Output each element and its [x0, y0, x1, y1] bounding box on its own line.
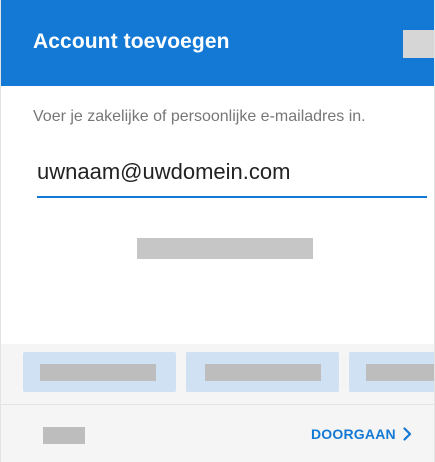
- redacted-label: [205, 364, 321, 381]
- add-account-screen: Account toevoegen Voer je zakelijke of p…: [0, 0, 435, 462]
- chevron-right-icon: [403, 427, 412, 441]
- continue-label: DOORGAAN: [311, 426, 396, 442]
- continue-button[interactable]: DOORGAAN: [311, 419, 412, 449]
- redacted-link[interactable]: [137, 238, 313, 259]
- provider-buttons-row: [1, 344, 434, 404]
- redacted-icon[interactable]: [403, 30, 434, 58]
- redacted-label: [40, 364, 156, 381]
- app-bar: Account toevoegen: [1, 0, 434, 86]
- bottom-bar: DOORGAAN: [1, 404, 434, 462]
- provider-button-1[interactable]: [23, 352, 176, 392]
- provider-button-3[interactable]: [349, 352, 434, 392]
- redacted-button[interactable]: [43, 427, 85, 444]
- email-prompt: Voer je zakelijke of persoonlijke e-mail…: [33, 108, 366, 125]
- redacted-label: [366, 364, 434, 381]
- provider-button-2[interactable]: [186, 352, 339, 392]
- page-title: Account toevoegen: [33, 30, 230, 53]
- form-area: Voer je zakelijke of persoonlijke e-mail…: [1, 86, 434, 344]
- email-field[interactable]: [37, 148, 427, 198]
